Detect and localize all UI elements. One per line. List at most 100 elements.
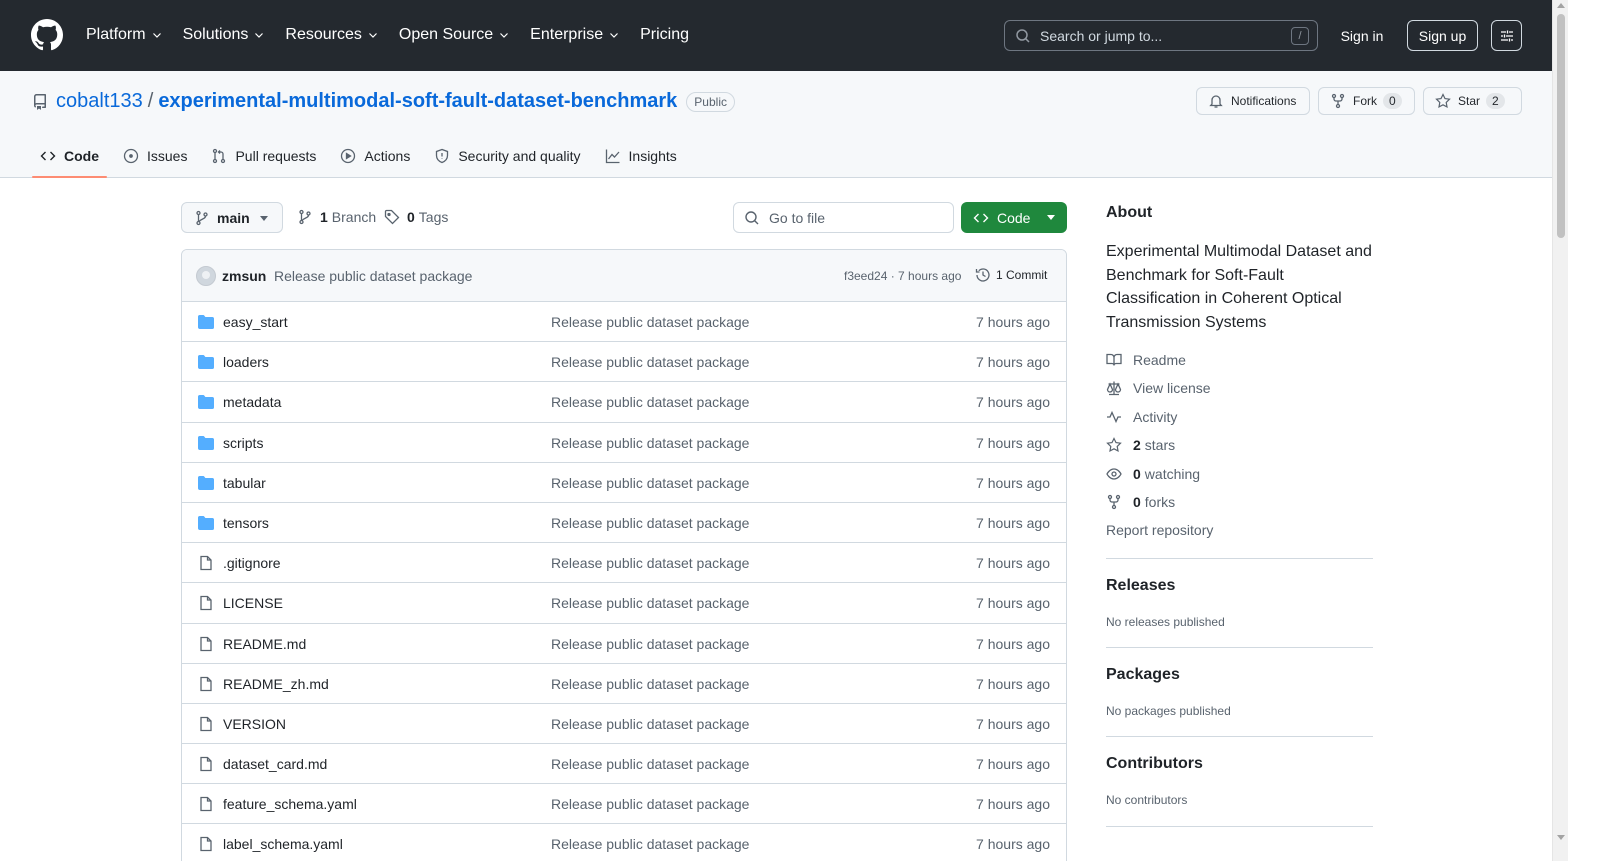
file-row[interactable]: feature_schema.yaml Release public datase…: [182, 784, 1066, 825]
nav-platform[interactable]: Platform: [86, 24, 163, 46]
file-commit-message[interactable]: Release public dataset package: [551, 394, 749, 410]
commit-message[interactable]: Release public dataset package: [274, 268, 472, 284]
tab-security[interactable]: Security and quality: [426, 134, 588, 178]
file-commit-message[interactable]: Release public dataset package: [551, 314, 749, 330]
file-name[interactable]: tabular: [223, 475, 266, 491]
file-commit-message[interactable]: Release public dataset package: [551, 756, 749, 772]
activity-link[interactable]: Activity: [1106, 409, 1177, 425]
file-name[interactable]: scripts: [223, 435, 263, 451]
nav-enterprise[interactable]: Enterprise: [530, 24, 620, 46]
file-commit-time: 7 hours ago: [976, 595, 1050, 612]
file-commit-message[interactable]: Release public dataset package: [551, 716, 749, 732]
stars-link[interactable]: 2 stars: [1106, 437, 1175, 453]
file-row[interactable]: tensors Release public dataset package 7 h…: [182, 503, 1066, 544]
nav-solutions[interactable]: Solutions: [183, 24, 266, 46]
github-logo-icon[interactable]: [31, 19, 63, 51]
menu-button[interactable]: [1491, 20, 1522, 51]
file-row[interactable]: README_zh.md Release public dataset packa…: [182, 664, 1066, 704]
file-commit-message[interactable]: Release public dataset package: [551, 796, 749, 812]
file-name[interactable]: loaders: [223, 354, 269, 370]
code-button-label: Code: [997, 209, 1031, 226]
file-name[interactable]: metadata: [223, 394, 281, 410]
file-name[interactable]: easy_start: [223, 314, 288, 330]
scroll-down-arrow-icon[interactable]: [1557, 835, 1565, 840]
tab-insights[interactable]: Insights: [597, 134, 685, 178]
license-link[interactable]: View license: [1106, 380, 1211, 396]
file-row[interactable]: dataset_card.md Release public dataset pa…: [182, 744, 1066, 785]
file-name[interactable]: label_schema.yaml: [223, 836, 343, 852]
file-name[interactable]: README.md: [223, 636, 306, 652]
file-commit-message[interactable]: Release public dataset package: [551, 354, 749, 370]
repo-header: cobalt133 / experimental-multimodal-soft…: [0, 71, 1552, 178]
fork-button[interactable]: Fork 0: [1318, 87, 1415, 115]
repo-tabs: Code Issues Pull requests Actions Securi…: [32, 134, 693, 178]
star-button[interactable]: Star 2: [1423, 87, 1522, 115]
notifications-button[interactable]: Notifications: [1196, 87, 1310, 115]
file-row[interactable]: .gitignore Release public dataset package…: [182, 543, 1066, 584]
file-name[interactable]: dataset_card.md: [223, 756, 327, 772]
file-commit-message[interactable]: Release public dataset package: [551, 475, 749, 491]
file-row[interactable]: VERSION Release public dataset package 7 h…: [182, 704, 1066, 745]
tab-code[interactable]: Code: [32, 134, 107, 178]
file-commit-message[interactable]: Release public dataset package: [551, 836, 749, 852]
nav-resources[interactable]: Resources: [285, 24, 378, 46]
forks-link[interactable]: 0 forks: [1106, 494, 1175, 510]
file-icon: [198, 676, 214, 692]
readme-link[interactable]: Readme: [1106, 352, 1186, 368]
file-row[interactable]: metadata Release public dataset package 7 …: [182, 382, 1066, 423]
file-icon: [198, 836, 214, 852]
file-commit-message[interactable]: Release public dataset package: [551, 435, 749, 451]
chevron-down-icon: [500, 33, 509, 38]
file-name[interactable]: .gitignore: [223, 555, 281, 571]
packages-heading[interactable]: Packages: [1106, 666, 1180, 684]
file-commit-message[interactable]: Release public dataset package: [551, 555, 749, 571]
commit-history-link[interactable]: 1 Commit: [975, 267, 1047, 283]
file-commit-message[interactable]: Release public dataset package: [551, 676, 749, 692]
code-dropdown-button[interactable]: Code: [961, 202, 1067, 233]
watchers-link[interactable]: 0 watching: [1106, 466, 1200, 482]
file-row[interactable]: README.md Release public dataset package 7…: [182, 624, 1066, 664]
file-row[interactable]: tabular Release public dataset package 7 h…: [182, 463, 1066, 503]
branch-selector[interactable]: main: [181, 202, 283, 233]
nav-pricing[interactable]: Pricing: [640, 24, 689, 46]
tab-pull-requests[interactable]: Pull requests: [203, 134, 324, 178]
go-to-file-input[interactable]: Go to file: [733, 202, 954, 233]
tags-link[interactable]: 0 Tags: [384, 209, 448, 225]
scrollbar-thumb[interactable]: [1557, 14, 1565, 238]
sliders-icon: [1500, 30, 1513, 41]
commit-sha-time[interactable]: f3eed24 · 7 hours ago: [844, 269, 961, 283]
file-name[interactable]: tensors: [223, 515, 269, 531]
file-commit-message[interactable]: Release public dataset package: [551, 636, 749, 652]
branches-link[interactable]: 1 Branch: [297, 209, 376, 225]
file-row[interactable]: label_schema.yaml Release public dataset …: [182, 824, 1066, 861]
file-row[interactable]: LICENSE Release public dataset package 7 h…: [182, 583, 1066, 624]
file-commit-message[interactable]: Release public dataset package: [551, 595, 749, 611]
file-commit-message[interactable]: Release public dataset package: [551, 515, 749, 531]
releases-heading[interactable]: Releases: [1106, 577, 1175, 595]
file-name[interactable]: README_zh.md: [223, 676, 329, 692]
repo-name-link[interactable]: experimental-multimodal-soft-fault-datas…: [158, 90, 677, 113]
page-scrollbar[interactable]: [1552, 0, 1568, 861]
file-row[interactable]: easy_start Release public dataset package…: [182, 302, 1066, 343]
fork-label: Fork: [1353, 94, 1377, 108]
tab-actions[interactable]: Actions: [332, 134, 418, 178]
file-name[interactable]: feature_schema.yaml: [223, 796, 357, 812]
file-row[interactable]: loaders Release public dataset package 7 h…: [182, 342, 1066, 383]
scroll-up-arrow-icon[interactable]: [1557, 3, 1565, 8]
tab-issues[interactable]: Issues: [115, 134, 195, 178]
avatar[interactable]: [196, 266, 216, 286]
file-icon: [198, 756, 214, 772]
report-repository-link[interactable]: Report repository: [1106, 522, 1213, 538]
file-row[interactable]: scripts Release public dataset package 7 h…: [182, 423, 1066, 463]
file-name[interactable]: VERSION: [223, 716, 286, 732]
nav-open-source[interactable]: Open Source: [399, 24, 510, 46]
file-commit-time: 7 hours ago: [976, 354, 1050, 371]
contributors-heading[interactable]: Contributors: [1106, 755, 1203, 773]
file-name[interactable]: LICENSE: [223, 595, 283, 611]
commit-author[interactable]: zmsun: [222, 268, 266, 284]
sign-in-link[interactable]: Sign in: [1330, 20, 1394, 51]
sign-up-button[interactable]: Sign up: [1407, 20, 1478, 51]
tag-count: 0: [407, 209, 415, 225]
repo-owner-link[interactable]: cobalt133: [56, 90, 143, 113]
search-input[interactable]: Search or jump to... /: [1004, 20, 1318, 51]
